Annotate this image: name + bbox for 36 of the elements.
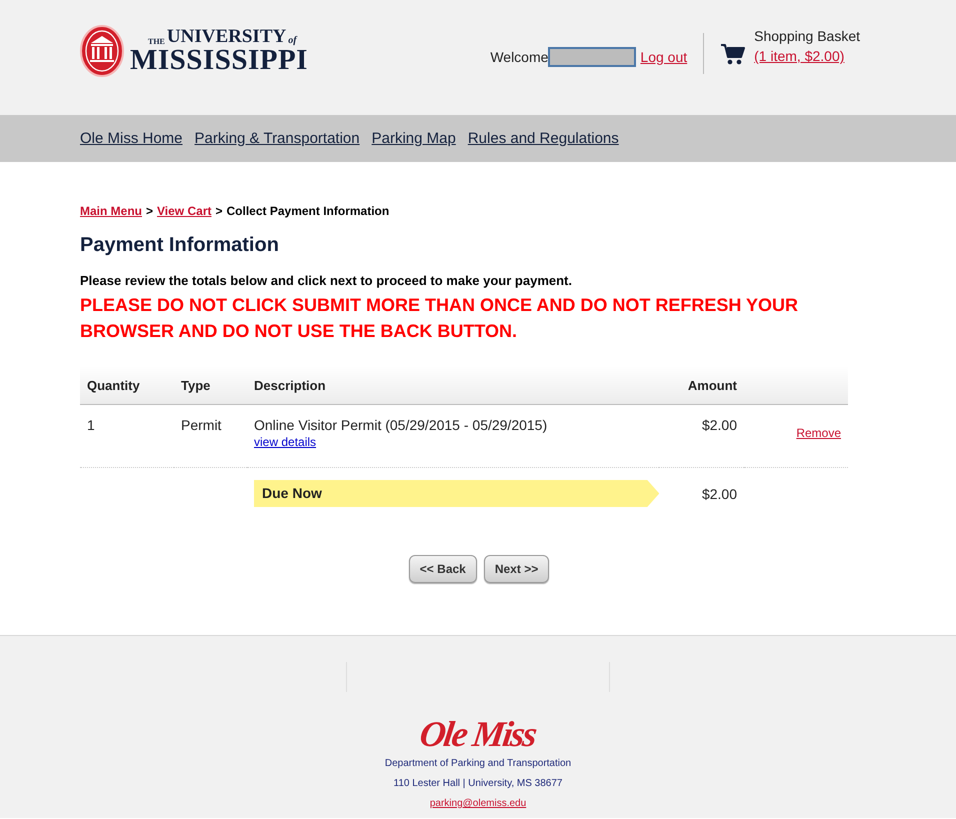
footer-text: Department of Parking and Transportation <box>384 758 572 769</box>
remove-link[interactable]: Remove <box>796 426 841 440</box>
ole-miss-logo: Ole Miss <box>418 716 538 752</box>
logout-link[interactable]: Log out <box>640 49 688 65</box>
welcome-label: Welcome <box>490 49 548 65</box>
due-now-banner: Due Now <box>254 480 660 507</box>
basket-summary-link[interactable]: (1 item, $2.00) <box>754 48 860 64</box>
footer-text: 110 Lester Hall | University, MS 38677 <box>394 778 562 789</box>
breadcrumb-separator: > <box>215 204 222 218</box>
table-cell: Permit <box>174 404 247 468</box>
nav-button[interactable]: << Back <box>408 555 477 583</box>
basket-title: Shopping Basket <box>754 28 860 44</box>
university-seal-icon <box>80 25 124 77</box>
breadcrumb-current: Collect Payment Information <box>226 204 390 218</box>
table-cell: 1 <box>80 404 174 468</box>
page-heading: Payment Information <box>80 234 280 257</box>
nav-link[interactable]: Rules and Regulations <box>468 130 619 147</box>
warning-text: PLEASE DO NOT CLICK SUBMIT MORE THAN ONCE AND DO NOT REFRESH YOUR BROWSER AND DO NOT USE THE BACK BUTTON. <box>80 294 800 343</box>
breadcrumb-link[interactable]: Main Menu <box>80 204 142 218</box>
nav-link[interactable]: Parking & Transportation <box>194 130 360 147</box>
email-link[interactable]: parking@olemiss.edu <box>430 798 526 809</box>
nav-link[interactable]: Ole Miss Home <box>80 130 183 147</box>
nav-link[interactable]: Parking Map <box>372 130 456 147</box>
view-details-link[interactable]: view details <box>254 435 316 449</box>
logo-text: UNIVERSITY <box>166 27 286 46</box>
table-cell: $2.00 <box>659 404 744 468</box>
breadcrumb-link[interactable]: View Cart <box>157 204 212 218</box>
breadcrumb-separator: > <box>146 204 154 218</box>
logo-text: THE <box>148 38 165 46</box>
total-amount: $2.00 <box>659 468 744 519</box>
logo-text: of <box>288 36 297 46</box>
instructions-text: Please review the totals below and click next to proceed to make your payment. <box>80 273 573 288</box>
nav-button[interactable]: Next >> <box>484 555 550 583</box>
logo-text: MISSISSIPPI <box>130 46 308 75</box>
item-description: Online Visitor Permit (05/29/2015 - 05/29/2015) <box>254 417 548 433</box>
cart-icon[interactable] <box>720 42 746 66</box>
